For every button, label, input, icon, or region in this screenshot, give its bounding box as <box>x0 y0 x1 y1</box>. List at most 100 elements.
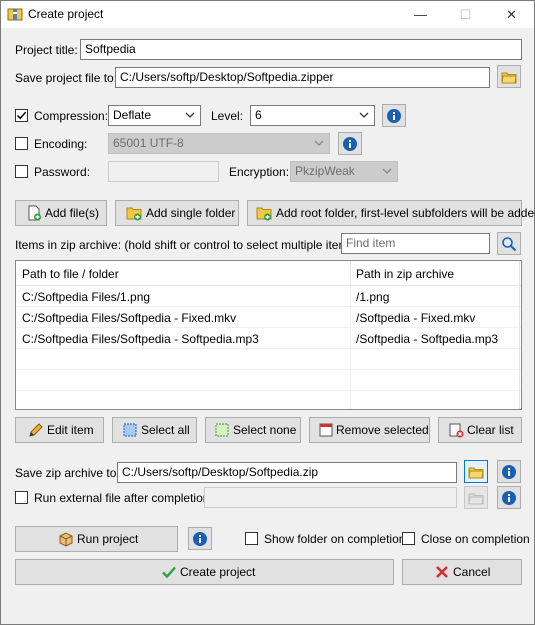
run-external-input[interactable] <box>204 487 457 508</box>
list-item-zip-path: /Softpedia - Fixed.mkv <box>356 311 476 325</box>
box-icon <box>59 532 73 547</box>
cancel-button[interactable]: Cancel <box>402 559 522 585</box>
close-icon <box>436 566 448 578</box>
password-label: Password: <box>34 165 91 179</box>
compression-checkbox[interactable] <box>15 109 28 122</box>
list-item[interactable]: C:/Softpedia Files/1.png /1.png <box>16 286 521 307</box>
run-external-label: Run external file after completion: <box>34 491 213 505</box>
clear-list-icon <box>449 423 464 438</box>
add-files-button[interactable]: Add file(s) <box>15 200 107 226</box>
project-title-input[interactable]: Softpedia <box>80 39 522 60</box>
info-icon <box>343 137 357 151</box>
save-zip-label: Save zip archive to: <box>15 466 120 480</box>
encoding-info-button[interactable] <box>338 132 362 155</box>
select-all-button[interactable]: Select all <box>112 417 197 443</box>
clear-list-button[interactable]: Clear list <box>438 417 522 443</box>
encoding-checkbox[interactable] <box>15 137 28 150</box>
add-files-label: Add file(s) <box>45 206 100 220</box>
search-icon <box>502 237 517 252</box>
search-button[interactable] <box>497 232 521 255</box>
column-header-zip-path[interactable]: Path in zip archive <box>356 267 454 281</box>
compression-method-select[interactable]: Deflate <box>108 105 201 126</box>
add-root-folder-button[interactable]: Add root folder, first-level subfolders … <box>247 200 535 226</box>
info-icon <box>193 532 207 546</box>
add-root-folder-label: Add root folder, first-level subfolders … <box>276 206 535 220</box>
encryption-label: Encryption: <box>229 165 290 179</box>
compression-label: Compression: <box>34 109 109 123</box>
archive-icon <box>7 8 23 21</box>
empty-row <box>16 370 521 391</box>
create-project-label: Create project <box>180 565 256 579</box>
list-item-path: C:/Softpedia Files/Softpedia - Fixed.mkv <box>22 311 237 325</box>
run-external-checkbox[interactable] <box>15 491 28 504</box>
create-project-window: Create project — ☐ ✕ Project title: Soft… <box>0 0 535 625</box>
list-item-path: C:/Softpedia Files/1.png <box>22 290 151 304</box>
save-project-label: Save project file to: <box>15 71 118 85</box>
window-title: Create project <box>28 7 104 21</box>
select-none-button[interactable]: Select none <box>205 417 301 443</box>
items-list[interactable]: Path to file / folder Path in zip archiv… <box>15 260 522 410</box>
level-label: Level: <box>211 109 244 123</box>
browse-external-button[interactable] <box>464 486 488 509</box>
level-select[interactable]: 6 <box>250 105 375 126</box>
add-single-folder-button[interactable]: Add single folder <box>115 200 239 226</box>
find-item-input[interactable]: Find item <box>341 233 490 254</box>
run-project-label: Run project <box>77 532 139 546</box>
run-project-info-button[interactable] <box>188 527 212 550</box>
select-all-label: Select all <box>141 423 190 437</box>
list-item-zip-path: /1.png <box>356 290 390 304</box>
compression-method-value: Deflate <box>113 108 152 122</box>
close-button[interactable]: ✕ <box>489 1 534 28</box>
title-bar: Create project — ☐ ✕ <box>1 1 534 28</box>
remove-selected-button[interactable]: Remove selected <box>309 417 430 443</box>
chevron-down-icon <box>314 140 324 146</box>
add-file-icon <box>28 205 41 221</box>
add-single-folder-label: Add single folder <box>146 206 236 220</box>
maximize-button[interactable]: ☐ <box>443 1 488 28</box>
select-none-label: Select none <box>233 423 297 437</box>
list-item-path: C:/Softpedia Files/Softpedia - Softpedia… <box>22 332 259 346</box>
empty-row <box>16 391 521 409</box>
remove-selected-label: Remove selected <box>336 423 429 437</box>
column-header-path[interactable]: Path to file / folder <box>22 267 119 281</box>
encoding-value: 65001 UTF-8 <box>113 136 184 150</box>
password-input[interactable] <box>108 161 219 182</box>
run-project-button[interactable]: Run project <box>15 526 178 552</box>
create-project-button[interactable]: Create project <box>15 559 394 585</box>
browse-zip-button[interactable] <box>464 460 488 483</box>
empty-row <box>16 349 521 370</box>
encryption-select[interactable]: PkzipWeak <box>290 161 398 182</box>
checkmark-icon <box>162 566 176 579</box>
list-item-zip-path: /Softpedia - Softpedia.mp3 <box>356 332 499 346</box>
edit-item-button[interactable]: Edit item <box>15 417 104 443</box>
chevron-down-icon <box>359 112 369 118</box>
password-checkbox[interactable] <box>15 165 28 178</box>
save-zip-info-button[interactable] <box>497 460 521 483</box>
list-item[interactable]: C:/Softpedia Files/Softpedia - Softpedia… <box>16 328 521 349</box>
remove-icon <box>319 423 333 437</box>
encoding-select[interactable]: 65001 UTF-8 <box>108 133 330 154</box>
chevron-down-icon <box>382 168 392 174</box>
save-project-input[interactable]: C:/Users/softp/Desktop/Softpedia.zipper <box>115 67 490 88</box>
run-external-info-button[interactable] <box>497 486 521 509</box>
close-on-completion-label: Close on completion <box>421 532 530 546</box>
folder-icon <box>468 467 484 479</box>
save-zip-input[interactable]: C:/Users/softp/Desktop/Softpedia.zip <box>117 462 457 483</box>
chevron-down-icon <box>185 112 195 118</box>
compression-info-button[interactable] <box>382 104 406 127</box>
close-on-completion-checkbox[interactable] <box>402 532 415 545</box>
edit-item-label: Edit item <box>47 423 94 437</box>
list-item[interactable]: C:/Softpedia Files/Softpedia - Fixed.mkv… <box>16 307 521 328</box>
pencil-icon <box>29 423 43 437</box>
level-value: 6 <box>255 108 262 122</box>
add-folder-icon <box>126 207 142 221</box>
show-folder-checkbox[interactable] <box>245 532 258 545</box>
minimize-button[interactable]: — <box>398 1 443 28</box>
clear-list-label: Clear list <box>467 423 514 437</box>
browse-project-button[interactable] <box>497 65 521 88</box>
info-icon <box>502 465 516 479</box>
project-title-label: Project title: <box>15 43 78 57</box>
items-label: Items in zip archive: (hold shift or con… <box>15 238 359 252</box>
add-folder-icon <box>256 207 272 221</box>
select-none-icon <box>215 423 229 437</box>
